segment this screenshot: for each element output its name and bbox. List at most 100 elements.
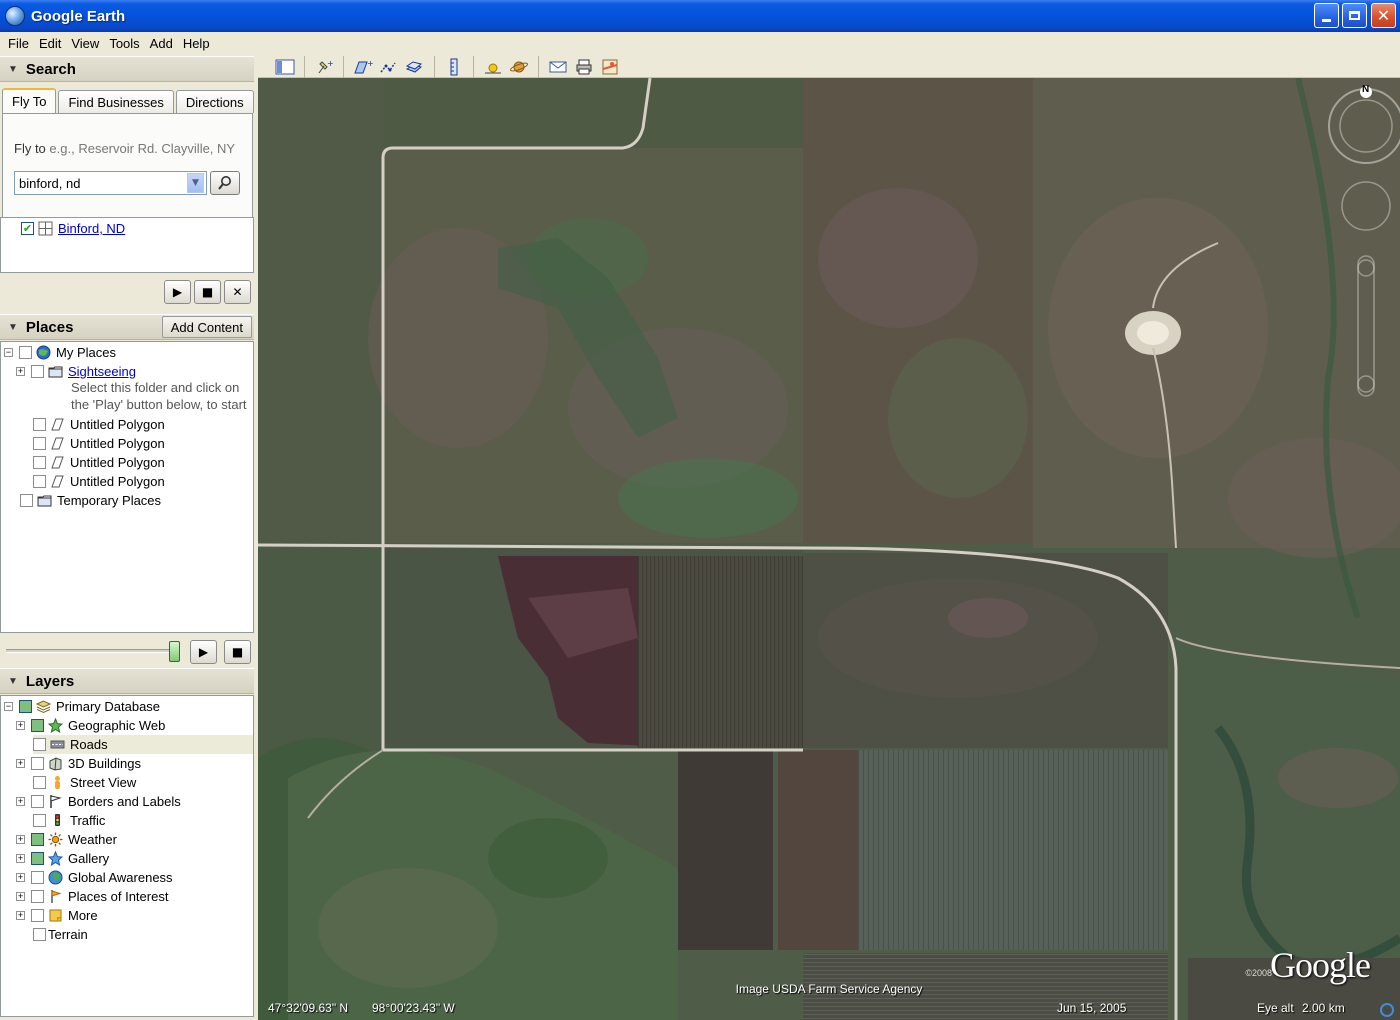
layer-street-view[interactable]: Street View	[33, 773, 136, 792]
stop-tour-button[interactable]: ■	[224, 640, 251, 664]
layers-panel-header[interactable]: ▼ Layers	[0, 668, 254, 694]
checkbox[interactable]	[20, 494, 33, 507]
layer-geographic-web[interactable]: + Geographic Web	[16, 716, 165, 735]
toggle-sidebar-button[interactable]	[272, 57, 298, 77]
view-in-maps-button[interactable]	[597, 57, 623, 77]
tree-item-my-places[interactable]: − My Places	[4, 343, 116, 362]
layer-traffic[interactable]: Traffic	[33, 811, 105, 830]
checkbox[interactable]	[19, 346, 32, 359]
expand-icon[interactable]: +	[16, 854, 25, 863]
slider-thumb[interactable]	[169, 641, 180, 662]
tab-directions[interactable]: Directions	[175, 90, 254, 113]
checkbox[interactable]	[31, 890, 44, 903]
tree-label[interactable]: Sightseeing	[68, 364, 136, 379]
result-link[interactable]: Binford, ND	[58, 221, 125, 236]
play-button[interactable]: ▶	[164, 280, 191, 304]
tree-item-temporary-places[interactable]: Temporary Places	[20, 491, 161, 510]
checkbox[interactable]	[31, 909, 44, 922]
layer-primary-database[interactable]: − Primary Database	[4, 697, 160, 716]
add-placemark-button[interactable]: +	[311, 57, 337, 77]
checkbox[interactable]	[31, 795, 44, 808]
layer-global-awareness[interactable]: + Global Awareness	[16, 868, 173, 887]
add-overlay-button[interactable]	[402, 57, 428, 77]
checkbox[interactable]	[31, 871, 44, 884]
expand-icon[interactable]: +	[16, 873, 25, 882]
menu-edit[interactable]: Edit	[34, 36, 66, 51]
clear-button[interactable]: ✕	[224, 280, 251, 304]
tree-item-polygon[interactable]: Untitled Polygon	[33, 453, 165, 472]
stop-button[interactable]: ■	[194, 280, 221, 304]
layer-gallery[interactable]: + Gallery	[16, 849, 109, 868]
search-button[interactable]	[210, 171, 240, 195]
checkbox[interactable]	[33, 456, 46, 469]
tree-item-polygon[interactable]: Untitled Polygon	[33, 415, 165, 434]
sunlight-button[interactable]	[480, 57, 506, 77]
slider-track[interactable]	[6, 649, 178, 653]
add-path-button[interactable]	[376, 57, 402, 77]
menu-add[interactable]: Add	[145, 36, 178, 51]
checkbox[interactable]	[33, 738, 46, 751]
expand-icon[interactable]: +	[16, 911, 25, 920]
tree-item-polygon[interactable]: Untitled Polygon	[33, 434, 165, 453]
checkbox[interactable]	[33, 418, 46, 431]
menu-tools[interactable]: Tools	[104, 36, 144, 51]
email-button[interactable]	[545, 57, 571, 77]
add-content-button[interactable]: Add Content	[161, 316, 252, 338]
layer-borders-labels[interactable]: + Borders and Labels	[16, 792, 181, 811]
layer-more[interactable]: + More	[16, 906, 98, 925]
expand-icon[interactable]: +	[16, 721, 25, 730]
dropdown-arrow-icon[interactable]: ▼	[187, 173, 204, 193]
tree-item-polygon[interactable]: Untitled Polygon	[33, 472, 165, 491]
search-input[interactable]	[15, 175, 187, 191]
collapse-icon[interactable]: −	[4, 348, 13, 357]
result-item[interactable]: ✔ Binford, ND	[21, 221, 125, 236]
expand-icon[interactable]: +	[16, 835, 25, 844]
tab-find-businesses[interactable]: Find Businesses	[58, 90, 174, 113]
layer-terrain[interactable]: Terrain	[33, 925, 88, 944]
checkbox[interactable]	[31, 757, 44, 770]
menu-view[interactable]: View	[66, 36, 104, 51]
tree-label: Untitled Polygon	[70, 436, 165, 451]
checkbox[interactable]	[33, 437, 46, 450]
maximize-button[interactable]	[1342, 3, 1367, 28]
search-panel-header[interactable]: ▼ Search	[0, 56, 254, 82]
minimize-button[interactable]	[1314, 3, 1339, 28]
checkbox[interactable]	[33, 475, 46, 488]
tab-fly-to[interactable]: Fly To	[2, 88, 57, 113]
expand-icon[interactable]: +	[16, 759, 25, 768]
play-tour-button[interactable]: ▶	[190, 640, 217, 664]
add-polygon-button[interactable]: +	[350, 57, 376, 77]
layer-roads[interactable]: Roads	[33, 735, 253, 754]
places-panel-header[interactable]: ▼ Places Add Content	[0, 314, 254, 340]
menu-help[interactable]: Help	[178, 36, 215, 51]
layer-places-of-interest[interactable]: + Places of Interest	[16, 887, 168, 906]
switch-to-sky-button[interactable]	[506, 57, 532, 77]
collapse-icon[interactable]: −	[4, 702, 13, 711]
checkbox[interactable]	[31, 365, 44, 378]
north-indicator[interactable]: N	[1362, 84, 1369, 95]
close-button[interactable]: ✕	[1371, 3, 1396, 28]
expand-icon[interactable]: +	[16, 797, 25, 806]
tree-item-sightseeing[interactable]: + Sightseeing	[16, 362, 136, 381]
print-button[interactable]	[571, 57, 597, 77]
collapse-triangle-icon[interactable]: ▼	[8, 322, 18, 333]
layer-weather[interactable]: + Weather	[16, 830, 117, 849]
collapse-triangle-icon[interactable]: ▼	[8, 676, 18, 687]
checkbox[interactable]	[31, 719, 44, 732]
checkbox[interactable]	[33, 928, 46, 941]
layer-3d-buildings[interactable]: + 3D Buildings	[16, 754, 141, 773]
checkbox[interactable]	[31, 833, 44, 846]
collapse-triangle-icon[interactable]: ▼	[8, 64, 18, 75]
menu-file[interactable]: File	[3, 36, 34, 51]
result-checkbox[interactable]: ✔	[21, 222, 34, 235]
checkbox[interactable]	[31, 852, 44, 865]
search-combobox[interactable]: ▼	[14, 171, 207, 195]
ruler-button[interactable]	[441, 57, 467, 77]
sidebar: ▼ Search Fly To Find Businesses Directio…	[0, 56, 256, 1020]
expand-icon[interactable]: +	[16, 367, 25, 376]
expand-icon[interactable]: +	[16, 892, 25, 901]
checkbox[interactable]	[33, 814, 46, 827]
map-view[interactable]: N ©2008 Google Image USDA Farm Service A…	[258, 78, 1400, 1020]
checkbox[interactable]	[33, 776, 46, 789]
checkbox[interactable]	[19, 700, 32, 713]
